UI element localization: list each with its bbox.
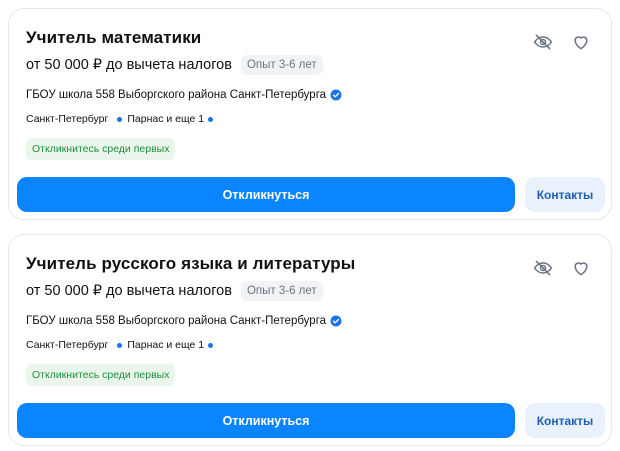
contacts-button[interactable]: Контакты (525, 403, 605, 438)
location-row: Санкт-Петербург Парнас и еще 1 (26, 339, 214, 351)
respond-button[interactable]: Откликнуться (17, 177, 515, 212)
city: Санкт-Петербург (26, 339, 109, 351)
company-name[interactable]: ГБОУ школа 558 Выборгского района Санкт-… (26, 315, 326, 327)
experience-badge: Опыт 3-6 лет (240, 55, 323, 75)
eye-off-icon (533, 260, 553, 276)
company-row: ГБОУ школа 558 Выборгского района Санкт-… (26, 315, 342, 327)
city: Санкт-Петербург (26, 113, 109, 125)
metro-dot-icon (117, 116, 123, 122)
salary: от 50 000 ₽ до вычета налогов (26, 283, 232, 299)
salary-row: от 50 000 ₽ до вычета налогов Опыт 3-6 л… (26, 55, 323, 75)
company-row: ГБОУ школа 558 Выборгского района Санкт-… (26, 89, 342, 101)
metro-station: Парнас и еще 1 (127, 339, 205, 351)
respond-first-badge: Откликнитесь среди первых (26, 138, 176, 160)
company-name[interactable]: ГБОУ школа 558 Выборгского района Санкт-… (26, 89, 326, 101)
metro-station: Парнас и еще 1 (127, 113, 205, 125)
favorite-button[interactable] (570, 31, 592, 53)
location-row: Санкт-Петербург Парнас и еще 1 (26, 113, 214, 125)
favorite-button[interactable] (570, 257, 592, 279)
salary-row: от 50 000 ₽ до вычета налогов Опыт 3-6 л… (26, 281, 323, 301)
contacts-button[interactable]: Контакты (525, 177, 605, 212)
heart-icon (574, 36, 588, 50)
verified-check-icon (330, 89, 342, 101)
hide-vacancy-button[interactable] (532, 31, 554, 53)
hide-vacancy-button[interactable] (532, 257, 554, 279)
verified-check-icon (330, 315, 342, 327)
salary: от 50 000 ₽ до вычета налогов (26, 57, 232, 73)
vacancy-card[interactable]: Учитель русского языка и литературы от 5… (8, 234, 612, 446)
experience-badge: Опыт 3-6 лет (240, 281, 323, 301)
vacancy-card[interactable]: Учитель математики от 50 000 ₽ до вычета… (8, 8, 612, 220)
metro-dot-icon (208, 116, 214, 122)
metro-dot-icon (208, 342, 214, 348)
respond-first-badge: Откликнитесь среди первых (26, 364, 176, 386)
eye-off-icon (533, 34, 553, 50)
vacancy-title[interactable]: Учитель русского языка и литературы (26, 254, 355, 274)
metro-dot-icon (117, 342, 123, 348)
heart-icon (574, 262, 588, 276)
vacancy-title[interactable]: Учитель математики (26, 28, 201, 48)
respond-button[interactable]: Откликнуться (17, 403, 515, 438)
